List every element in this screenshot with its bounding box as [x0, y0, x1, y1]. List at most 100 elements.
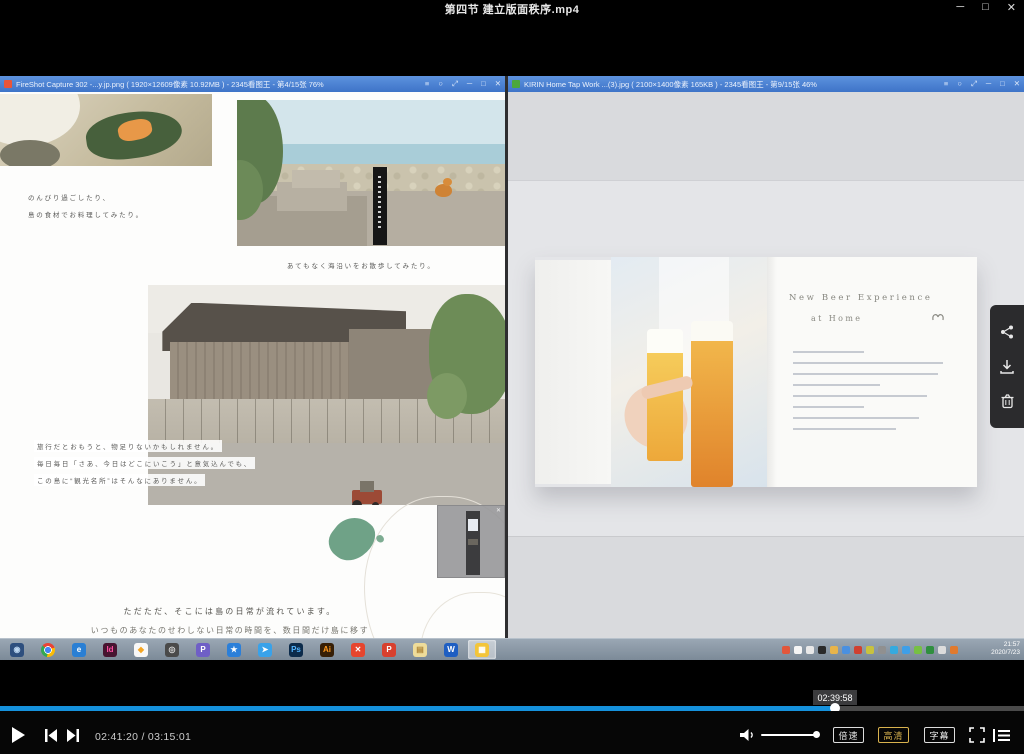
right-viewer-window: KIRIN Home Tap Work ...(3).jpg ( 2100×14…: [508, 76, 1024, 660]
app-x-red[interactable]: ✕: [344, 640, 372, 659]
left-window-titlebar[interactable]: FireShot Capture 302 -...y.jp.png ( 1920…: [0, 76, 505, 92]
app-p-purple-icon: P: [196, 643, 210, 657]
play-button[interactable]: [12, 727, 25, 743]
nav-close-icon[interactable]: ✕: [496, 507, 501, 514]
body-text-line: [793, 428, 896, 430]
download-icon[interactable]: [999, 359, 1015, 375]
left-window-content[interactable]: のんびり過ごしたり、 島の食材でお料理してみたり。 あてもなく海沿いをお散歩して…: [0, 92, 505, 660]
volume-handle[interactable]: [813, 731, 820, 738]
magazine-left-page: [535, 260, 611, 484]
titlebar-button[interactable]: ─: [467, 79, 472, 89]
video-player: 第四节 建立版面秩序.mp4 ─ □ ✕ FireShot Capture 30…: [0, 0, 1024, 754]
viewer-nav-panel[interactable]: ✕: [437, 505, 505, 578]
fullscreen-icon[interactable]: [969, 727, 985, 748]
tray-icon[interactable]: [842, 646, 850, 654]
titlebar-button[interactable]: ✕: [495, 79, 501, 89]
left-window-buttons: ≡ ○ ⤢ ─ □ ✕: [425, 79, 501, 89]
fireshot-app-icon: [4, 80, 12, 88]
app-x-red-icon: ✕: [351, 643, 365, 657]
tray-icon[interactable]: [926, 646, 934, 654]
titlebar-button[interactable]: ⤢: [452, 79, 458, 89]
footer-text-2: いつものあなたのせわしない日常の時間を、数日間だけ島に移す: [5, 625, 455, 636]
tray-icon[interactable]: [878, 646, 886, 654]
close-button[interactable]: ✕: [1007, 1, 1016, 14]
taskbar-clock[interactable]: 21:57 2020/7/23: [991, 641, 1020, 657]
tray-icon[interactable]: [854, 646, 862, 654]
app-notes[interactable]: ▤: [406, 640, 434, 659]
minimize-button[interactable]: ─: [956, 1, 964, 14]
body-text-line: [793, 395, 927, 397]
app-p-purple[interactable]: P: [189, 640, 217, 659]
windows-taskbar: ◉eId◆◎P★➤PsAi✕P▤W▦ 21:57 2020/7/23: [0, 638, 1024, 660]
app-obs[interactable]: ◎: [158, 640, 186, 659]
viewer-side-toolbar: [990, 305, 1024, 428]
app-indesign[interactable]: Id: [96, 640, 124, 659]
beer-glass-left: [647, 349, 683, 461]
subtitle-button[interactable]: 字幕: [924, 727, 955, 743]
tray-icon[interactable]: [806, 646, 814, 654]
titlebar-button[interactable]: ─: [986, 79, 991, 89]
caption-travel-3: この島に“観光名所”はそんなにありません。: [34, 474, 205, 486]
app-wps-active[interactable]: ▦: [468, 640, 496, 659]
right-window-title: KIRIN Home Tap Work ...(3).jpg ( 2100×14…: [524, 79, 938, 90]
volume-slider[interactable]: [761, 734, 817, 736]
maximize-button[interactable]: □: [982, 1, 989, 14]
taskbar-apps: ◉eId◆◎P★➤PsAi✕P▤W▦: [3, 640, 496, 659]
trash-icon[interactable]: [1000, 393, 1015, 409]
home-tap-logo-icon: [931, 309, 945, 327]
video-frame[interactable]: FireShot Capture 302 -...y.jp.png ( 1920…: [0, 76, 1024, 660]
playlist-icon[interactable]: [993, 729, 1010, 747]
app-word[interactable]: W: [437, 640, 465, 659]
tray-icon[interactable]: [950, 646, 958, 654]
right-window-titlebar[interactable]: KIRIN Home Tap Work ...(3).jpg ( 2100×14…: [508, 76, 1024, 92]
next-button[interactable]: [66, 729, 80, 747]
app-paper-plane[interactable]: ➤: [251, 640, 279, 659]
tray-icon[interactable]: [794, 646, 802, 654]
titlebar-button[interactable]: ✕: [1014, 79, 1020, 89]
right-window-buttons: ≡ ○ ⤢ ─ □ ✕: [944, 79, 1020, 89]
app-wps-presentation[interactable]: P: [375, 640, 403, 659]
tray-icon[interactable]: [782, 646, 790, 654]
caption-travel-2: 毎日毎日「さあ、今日はどこにいこう」と意気込んでも、: [34, 457, 255, 469]
tray-icon[interactable]: [830, 646, 838, 654]
tray-icon[interactable]: [890, 646, 898, 654]
tray-icon[interactable]: [914, 646, 922, 654]
time-display: 02:41:20 / 03:15:01: [95, 731, 191, 743]
body-text-line: [793, 351, 864, 353]
app-2345-viewer[interactable]: ◆: [127, 640, 155, 659]
tray-icon[interactable]: [938, 646, 946, 654]
titlebar-button[interactable]: ≡: [944, 79, 948, 89]
app-illustrator-icon: Ai: [320, 643, 334, 657]
tray-icon[interactable]: [866, 646, 874, 654]
titlebar-button[interactable]: ○: [957, 79, 962, 89]
share-icon[interactable]: [999, 324, 1015, 340]
quality-button[interactable]: 高清: [878, 727, 909, 743]
app-star[interactable]: ★: [220, 640, 248, 659]
titlebar-button[interactable]: ⤢: [971, 79, 977, 89]
magazine-right-page: New Beer Experience at Home: [767, 257, 977, 487]
titlebar-button[interactable]: □: [1000, 79, 1005, 89]
app-globe[interactable]: ◉: [3, 640, 31, 659]
beer-glass-right: [691, 337, 733, 487]
nav-thumbnail-strip[interactable]: [466, 511, 480, 575]
app-illustrator[interactable]: Ai: [313, 640, 341, 659]
tray-icon[interactable]: [902, 646, 910, 654]
app-edge[interactable]: e: [65, 640, 93, 659]
app-chrome[interactable]: [34, 640, 62, 659]
tray-icon[interactable]: [818, 646, 826, 654]
tray-date: 2020/7/23: [991, 649, 1020, 657]
caption-walk: あてもなく海沿いをお散歩してみたり。: [287, 260, 436, 270]
app-photoshop[interactable]: Ps: [282, 640, 310, 659]
titlebar-button[interactable]: □: [481, 79, 486, 89]
volume-icon[interactable]: [739, 728, 755, 747]
caption-relax-2: 島の食材でお料理してみたり。: [28, 209, 144, 219]
titlebar-button[interactable]: ○: [438, 79, 443, 89]
body-text-line: [793, 384, 880, 386]
speed-button[interactable]: 倍速: [833, 727, 864, 743]
player-titlebar: 第四节 建立版面秩序.mp4 ─ □ ✕: [0, 0, 1024, 16]
right-window-content[interactable]: New Beer Experience at Home: [508, 92, 1024, 660]
previous-button[interactable]: [44, 729, 58, 747]
body-text-line: [793, 417, 919, 419]
titlebar-button[interactable]: ≡: [425, 79, 429, 89]
system-tray: [782, 646, 958, 654]
